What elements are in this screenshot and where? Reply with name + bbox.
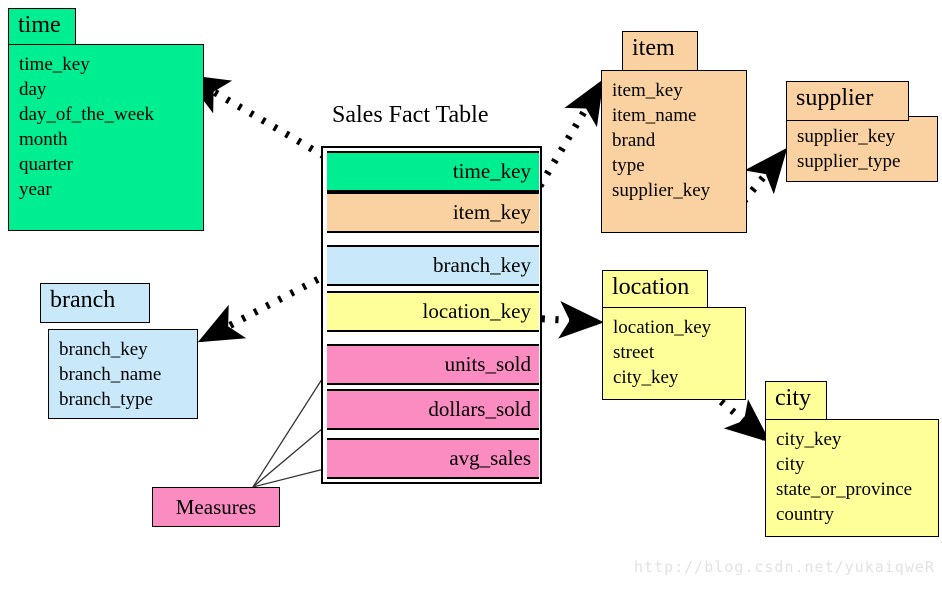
field-city-2: state_or_province (776, 479, 913, 500)
table-title-branch: branch (50, 287, 116, 313)
fact-row-item-key[interactable]: item_key (327, 192, 539, 233)
table-header-supplier[interactable]: supplier (786, 81, 909, 121)
table-header-city[interactable]: city (765, 381, 827, 420)
field-time-4: quarter (19, 154, 73, 175)
arrow-fact-to-item (536, 78, 604, 188)
table-body-item[interactable]: item_key item_name brand type supplier_k… (601, 70, 747, 233)
field-city-3: country (776, 504, 835, 525)
table-title-supplier: supplier (796, 85, 874, 111)
field-item-4: supplier_key (612, 180, 711, 201)
measures-label-box[interactable]: Measures (152, 487, 280, 527)
fact-table-title: Sales Fact Table (332, 102, 489, 128)
field-branch-1: branch_name (59, 364, 162, 385)
field-time-2: day_of_the_week (19, 104, 155, 125)
fact-row-branch-key[interactable]: branch_key (327, 245, 539, 286)
field-city-1: city (776, 454, 805, 475)
table-body-location[interactable]: location_key street city_key (602, 307, 746, 400)
field-item-0: item_key (612, 80, 683, 101)
field-supplier-0: supplier_key (797, 126, 896, 147)
field-item-1: item_name (612, 105, 697, 126)
field-location-1: street (613, 342, 655, 363)
fact-row-dollars-sold[interactable]: dollars_sold (327, 389, 539, 430)
field-time-1: day (19, 79, 47, 100)
field-item-2: brand (612, 130, 656, 151)
field-city-0: city_key (776, 429, 842, 450)
table-title-time: time (18, 12, 61, 38)
field-location-2: city_key (613, 367, 679, 388)
star-schema-diagram: time time_key day day_of_the_week month … (0, 0, 942, 589)
table-body-time[interactable]: time_key day day_of_the_week month quart… (8, 44, 204, 231)
field-time-0: time_key (19, 54, 90, 75)
table-title-item: item (632, 35, 675, 61)
fact-row-time-key[interactable]: time_key (327, 151, 539, 192)
fact-row-location-key[interactable]: location_key (327, 291, 539, 332)
table-body-city[interactable]: city_key city state_or_province country (765, 419, 939, 537)
fact-row-units-sold[interactable]: units_sold (327, 344, 539, 385)
arrow-fact-to-branch (197, 269, 332, 343)
table-body-supplier[interactable]: supplier_key supplier_type (786, 116, 938, 182)
watermark-text: http://blog.csdn.net/yukaiqweR (634, 558, 935, 576)
table-header-branch[interactable]: branch (40, 283, 150, 323)
table-header-time[interactable]: time (8, 8, 76, 45)
table-title-location: location (612, 274, 690, 300)
field-branch-2: branch_type (59, 389, 153, 410)
table-header-location[interactable]: location (602, 270, 708, 308)
table-body-branch[interactable]: branch_key branch_name branch_type (48, 329, 198, 419)
table-title-city: city (775, 385, 811, 411)
field-branch-0: branch_key (59, 339, 148, 360)
table-header-item[interactable]: item (622, 31, 698, 71)
arrow-fact-to-time (183, 74, 338, 167)
field-supplier-1: supplier_type (797, 151, 901, 172)
field-time-3: month (19, 129, 68, 150)
field-location-0: location_key (613, 317, 712, 338)
fact-row-avg-sales[interactable]: avg_sales (327, 438, 539, 479)
field-item-3: type (612, 155, 645, 176)
field-time-5: year (19, 179, 52, 200)
